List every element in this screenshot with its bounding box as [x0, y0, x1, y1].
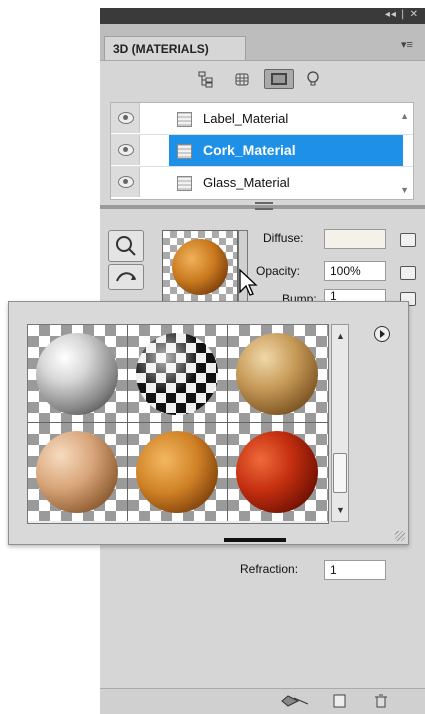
material-icon	[177, 144, 192, 159]
panel-titlebar: ◂◂ | ✕	[100, 8, 425, 24]
preset-grid	[27, 324, 329, 524]
visibility-eye-icon[interactable]	[111, 103, 140, 133]
resize-grip-icon[interactable]	[395, 531, 405, 541]
toggle-visibility-icon[interactable]	[280, 694, 312, 708]
preset-cork[interactable]	[128, 423, 228, 521]
preset-red-plastic[interactable]	[228, 423, 328, 521]
preset-chrome[interactable]	[28, 325, 128, 423]
scroll-up-arrow-icon[interactable]: ▲	[336, 331, 345, 341]
visibility-eye-icon[interactable]	[111, 135, 140, 165]
material-name: Glass_Material	[203, 175, 290, 190]
refraction-label: Refraction:	[240, 562, 299, 576]
preset-stone[interactable]	[228, 325, 328, 423]
material-preview-thumbnail[interactable]	[162, 230, 238, 306]
mesh-icon[interactable]	[232, 69, 252, 89]
opacity-texture-icon[interactable]	[400, 266, 416, 280]
window-controls[interactable]: ◂◂ | ✕	[385, 9, 419, 20]
panel-menu-icon[interactable]: ▾≡	[401, 38, 417, 51]
material-icon	[177, 176, 192, 191]
diffuse-texture-icon[interactable]	[400, 233, 416, 247]
preset-menu-play-icon[interactable]	[374, 326, 390, 342]
materials-list: Label_Material Cork_Material Glass_Mater…	[110, 102, 414, 200]
scroll-up-arrow-icon[interactable]: ▲	[400, 111, 409, 121]
material-name: Cork_Material	[203, 142, 296, 158]
scroll-down-arrow-icon[interactable]: ▼	[400, 185, 409, 195]
tab-3d-materials[interactable]: 3D (MATERIALS)	[104, 36, 246, 60]
materials-icon[interactable]	[264, 69, 294, 89]
scroll-down-arrow-icon[interactable]: ▼	[336, 505, 345, 515]
light-icon[interactable]	[304, 69, 322, 89]
material-select-tool[interactable]	[108, 230, 144, 262]
diffuse-color-swatch[interactable]	[324, 229, 386, 249]
material-drop-tool[interactable]	[108, 264, 144, 290]
divider-grip-icon[interactable]	[255, 202, 273, 210]
opacity-label: Opacity:	[256, 264, 301, 278]
opacity-field[interactable]: 100%	[324, 261, 386, 281]
list-item[interactable]: Glass_Material	[111, 167, 413, 198]
visibility-eye-icon[interactable]	[111, 167, 140, 197]
refraction-field[interactable]: 1	[324, 560, 386, 580]
material-name: Label_Material	[203, 111, 289, 126]
filter-toolbar	[100, 65, 425, 99]
panel-footer	[100, 688, 425, 714]
scroll-thumb[interactable]	[333, 453, 347, 493]
hidden-field-edge	[224, 538, 286, 542]
trash-icon[interactable]	[374, 694, 388, 708]
preset-checkerboard[interactable]	[128, 325, 228, 423]
material-presets-popup: ▲ ▼	[8, 301, 409, 545]
preset-wood[interactable]	[28, 423, 128, 521]
tab-row: 3D (MATERIALS) ▾≡	[100, 24, 425, 61]
diffuse-label: Diffuse:	[263, 231, 304, 245]
list-item[interactable]: Label_Material	[111, 103, 413, 135]
scene-icon[interactable]	[196, 69, 216, 89]
list-item-selected[interactable]: Cork_Material	[111, 135, 413, 167]
material-icon	[177, 112, 192, 127]
new-material-icon[interactable]	[332, 694, 348, 708]
preset-scrollbar[interactable]: ▲ ▼	[331, 324, 349, 522]
